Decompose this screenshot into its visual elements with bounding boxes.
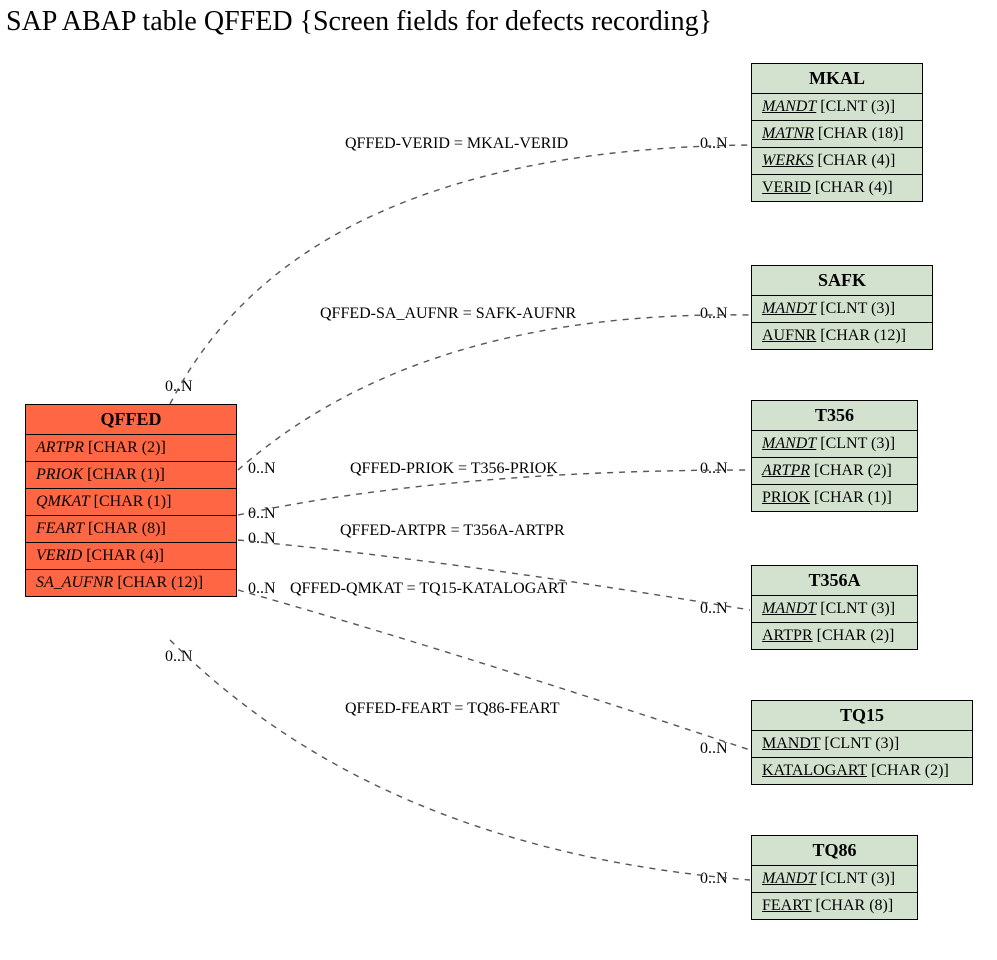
table-row: ARTPR [CHAR (2)] — [752, 623, 917, 649]
table-header: T356 — [752, 401, 917, 431]
table-row: MANDT [CLNT (3)] — [752, 866, 917, 893]
table-row: QMKAT [CHAR (1)] — [26, 489, 236, 516]
table-row: ARTPR [CHAR (2)] — [26, 435, 236, 462]
table-header: MKAL — [752, 64, 922, 94]
cardinality: 0..N — [700, 870, 728, 888]
relation-label: QFFED-PRIOK = T356-PRIOK — [350, 460, 558, 478]
table-row: MANDT [CLNT (3)] — [752, 596, 917, 623]
table-header: QFFED — [26, 405, 236, 435]
cardinality: 0..N — [248, 505, 276, 523]
table-row: MATNR [CHAR (18)] — [752, 121, 922, 148]
table-header: T356A — [752, 566, 917, 596]
table-row: MANDT [CLNT (3)] — [752, 296, 932, 323]
table-row: VERID [CHAR (4)] — [26, 543, 236, 570]
relation-label: QFFED-SA_AUFNR = SAFK-AUFNR — [320, 305, 576, 323]
relation-label: QFFED-QMKAT = TQ15-KATALOGART — [290, 580, 567, 598]
cardinality: 0..N — [700, 135, 728, 153]
table-row: KATALOGART [CHAR (2)] — [752, 758, 972, 784]
table-row: MANDT [CLNT (3)] — [752, 431, 917, 458]
table-row: MANDT [CLNT (3)] — [752, 731, 972, 758]
table-header: SAFK — [752, 266, 932, 296]
table-row: ARTPR [CHAR (2)] — [752, 458, 917, 485]
table-t356a: T356A MANDT [CLNT (3)]ARTPR [CHAR (2)] — [751, 565, 918, 650]
relation-label: QFFED-VERID = MKAL-VERID — [345, 135, 568, 153]
cardinality: 0..N — [165, 648, 193, 666]
table-row: FEART [CHAR (8)] — [26, 516, 236, 543]
page-title: SAP ABAP table QFFED {Screen fields for … — [6, 6, 712, 38]
table-safk: SAFK MANDT [CLNT (3)]AUFNR [CHAR (12)] — [751, 265, 933, 350]
cardinality: 0..N — [700, 305, 728, 323]
table-tq15: TQ15 MANDT [CLNT (3)]KATALOGART [CHAR (2… — [751, 700, 973, 785]
table-row: FEART [CHAR (8)] — [752, 893, 917, 919]
cardinality: 0..N — [165, 378, 193, 396]
table-qffed: QFFED ARTPR [CHAR (2)]PRIOK [CHAR (1)]QM… — [25, 404, 237, 597]
table-row: MANDT [CLNT (3)] — [752, 94, 922, 121]
cardinality: 0..N — [248, 460, 276, 478]
table-tq86: TQ86 MANDT [CLNT (3)]FEART [CHAR (8)] — [751, 835, 918, 920]
cardinality: 0..N — [248, 530, 276, 548]
table-t356: T356 MANDT [CLNT (3)]ARTPR [CHAR (2)]PRI… — [751, 400, 918, 512]
table-mkal: MKAL MANDT [CLNT (3)]MATNR [CHAR (18)]WE… — [751, 63, 923, 202]
table-row: AUFNR [CHAR (12)] — [752, 323, 932, 349]
cardinality: 0..N — [700, 460, 728, 478]
table-row: VERID [CHAR (4)] — [752, 175, 922, 201]
cardinality: 0..N — [700, 740, 728, 758]
cardinality: 0..N — [700, 600, 728, 618]
relation-label: QFFED-ARTPR = T356A-ARTPR — [340, 522, 565, 540]
table-header: TQ86 — [752, 836, 917, 866]
cardinality: 0..N — [248, 580, 276, 598]
table-row: PRIOK [CHAR (1)] — [752, 485, 917, 511]
table-row: WERKS [CHAR (4)] — [752, 148, 922, 175]
table-row: SA_AUFNR [CHAR (12)] — [26, 570, 236, 596]
relation-label: QFFED-FEART = TQ86-FEART — [345, 700, 560, 718]
table-header: TQ15 — [752, 701, 972, 731]
table-row: PRIOK [CHAR (1)] — [26, 462, 236, 489]
